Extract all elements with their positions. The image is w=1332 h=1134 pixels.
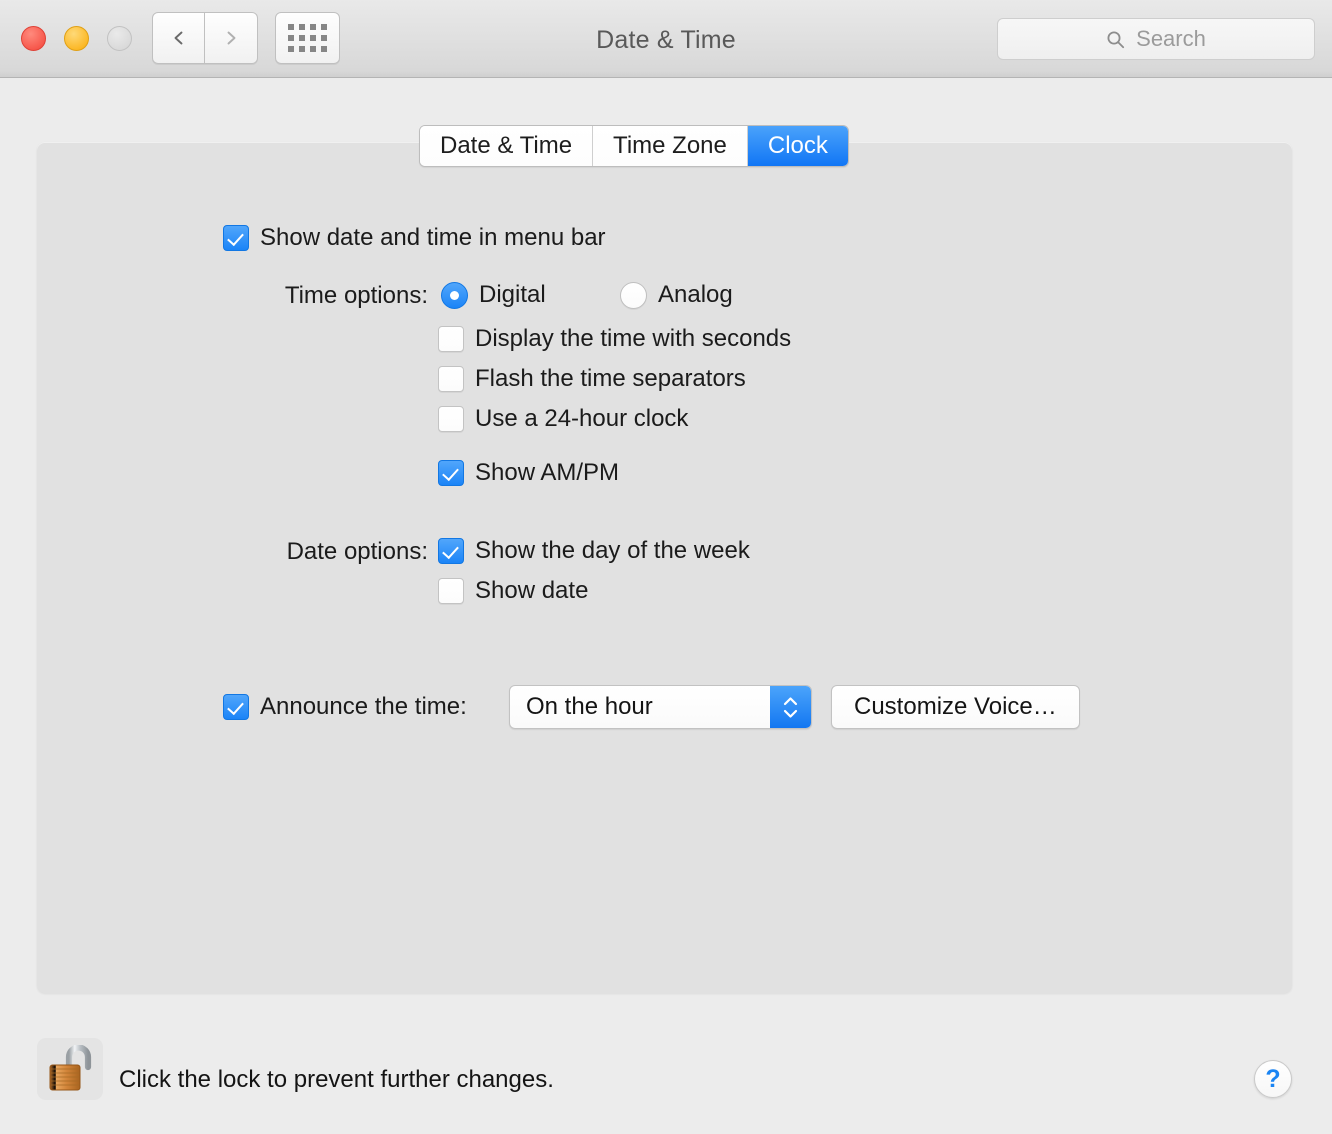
show-day-of-week-row[interactable]: Show the day of the week bbox=[438, 537, 750, 565]
time-option-digital-row[interactable]: Digital bbox=[441, 281, 546, 309]
analog-radio-label: Analog bbox=[658, 281, 733, 308]
twentyfour-hour-label: Use a 24-hour clock bbox=[475, 405, 689, 432]
popup-stepper-arrows[interactable] bbox=[770, 686, 811, 728]
search-field[interactable]: Search bbox=[997, 18, 1315, 60]
show-day-of-week-label: Show the day of the week bbox=[475, 537, 750, 564]
show-in-menu-bar-checkbox[interactable] bbox=[223, 225, 249, 251]
system-preferences-window: Date & Time Search Date & Time Time Zone… bbox=[0, 0, 1332, 1134]
twentyfour-hour-checkbox[interactable] bbox=[438, 406, 464, 432]
announce-time-row[interactable]: Announce the time: bbox=[223, 693, 467, 721]
lock-message: Click the lock to prevent further change… bbox=[119, 1066, 554, 1093]
flash-separators-row[interactable]: Flash the time separators bbox=[438, 365, 746, 393]
display-seconds-label: Display the time with seconds bbox=[475, 325, 792, 352]
show-date-label: Show date bbox=[475, 577, 589, 604]
date-options-label: Date options: bbox=[286, 538, 428, 565]
twentyfour-hour-row[interactable]: Use a 24-hour clock bbox=[438, 405, 688, 433]
display-seconds-row[interactable]: Display the time with seconds bbox=[438, 325, 791, 353]
analog-radio[interactable] bbox=[620, 281, 647, 309]
chevron-down-icon bbox=[783, 709, 798, 718]
display-seconds-checkbox[interactable] bbox=[438, 326, 464, 352]
show-in-menu-bar-label: Show date and time in menu bar bbox=[260, 224, 606, 251]
unlocked-padlock-icon bbox=[49, 1045, 92, 1091]
search-placeholder: Search bbox=[1136, 26, 1206, 51]
flash-separators-label: Flash the time separators bbox=[475, 365, 746, 392]
show-date-checkbox[interactable] bbox=[438, 578, 464, 604]
announce-time-label: Announce the time: bbox=[260, 693, 467, 720]
digital-radio[interactable] bbox=[441, 281, 468, 309]
digital-radio-label: Digital bbox=[479, 281, 546, 308]
show-in-menu-bar-row[interactable]: Show date and time in menu bar bbox=[223, 224, 606, 252]
tab-bar: Date & Time Time Zone Clock bbox=[419, 125, 849, 167]
show-ampm-row[interactable]: Show AM/PM bbox=[438, 459, 619, 487]
customize-voice-button[interactable]: Customize Voice… bbox=[831, 685, 1080, 729]
help-button[interactable]: ? bbox=[1254, 1060, 1292, 1098]
announce-interval-value: On the hour bbox=[526, 693, 653, 720]
announce-interval-popup[interactable]: On the hour bbox=[509, 685, 812, 729]
search-icon bbox=[1107, 31, 1125, 48]
lock-button[interactable] bbox=[37, 1038, 103, 1100]
show-ampm-checkbox[interactable] bbox=[438, 460, 464, 486]
tab-clock[interactable]: Clock bbox=[747, 126, 848, 166]
announce-time-checkbox[interactable] bbox=[223, 694, 249, 720]
preferences-panel bbox=[37, 142, 1292, 993]
tab-time-zone[interactable]: Time Zone bbox=[593, 126, 748, 166]
show-day-of-week-checkbox[interactable] bbox=[438, 538, 464, 564]
show-date-row[interactable]: Show date bbox=[438, 577, 588, 605]
flash-separators-checkbox[interactable] bbox=[438, 366, 464, 392]
chevron-up-icon bbox=[783, 696, 798, 705]
show-ampm-label: Show AM/PM bbox=[475, 459, 620, 486]
time-option-analog-row[interactable]: Analog bbox=[620, 281, 733, 309]
time-options-label: Time options: bbox=[284, 282, 428, 309]
tab-date-and-time[interactable]: Date & Time bbox=[420, 126, 594, 166]
window-toolbar: Date & Time Search bbox=[0, 0, 1332, 78]
